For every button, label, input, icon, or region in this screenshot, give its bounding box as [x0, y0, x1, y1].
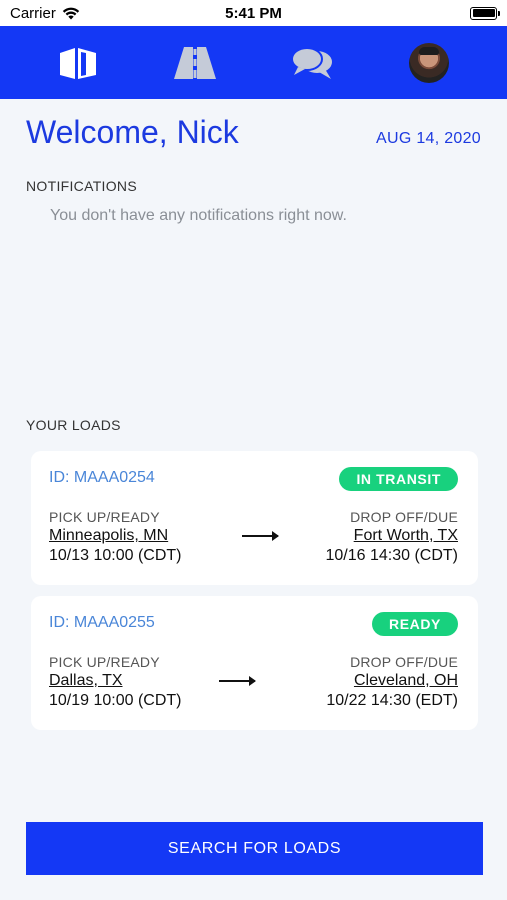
- search-for-loads-button[interactable]: SEARCH FOR LOADS: [26, 822, 483, 875]
- pickup-city-link[interactable]: Dallas, TX: [49, 672, 182, 690]
- nav-road-button[interactable]: [165, 33, 225, 93]
- nav-profile-button[interactable]: [399, 33, 459, 93]
- your-loads-label: YOUR LOADS: [26, 417, 121, 433]
- notifications-label: NOTIFICATIONS: [26, 178, 137, 194]
- dropoff-city-link[interactable]: Fort Worth, TX: [325, 527, 458, 545]
- dropoff-time: 10/16 14:30 (CDT): [325, 547, 458, 564]
- current-date: AUG 14, 2020: [376, 130, 481, 147]
- load-card[interactable]: ID: MAAA0255 READY PICK UP/READY Dallas,…: [31, 596, 478, 730]
- chat-icon: [290, 46, 332, 79]
- pickup-time: 10/19 10:00 (CDT): [49, 692, 182, 709]
- wifi-icon: [62, 7, 80, 19]
- pickup-time: 10/13 10:00 (CDT): [49, 547, 182, 564]
- nav-loads-button[interactable]: [48, 33, 108, 93]
- road-icon: [174, 46, 217, 79]
- pickup-info: PICK UP/READY Minneapolis, MN 10/13 10:0…: [49, 509, 182, 565]
- welcome-heading: Welcome, Nick: [26, 114, 239, 150]
- dropoff-label: DROP OFF/DUE: [350, 509, 458, 525]
- dropoff-city-link[interactable]: Cleveland, OH: [326, 672, 458, 690]
- dropoff-label: DROP OFF/DUE: [350, 654, 458, 670]
- avatar: [408, 42, 449, 83]
- top-navbar: [0, 26, 507, 99]
- pickup-label: PICK UP/READY: [49, 654, 160, 670]
- pickup-label: PICK UP/READY: [49, 509, 160, 525]
- dropoff-time: 10/22 14:30 (EDT): [326, 692, 458, 709]
- right-arrow-icon: [242, 531, 279, 541]
- notifications-empty-message: You don't have any notifications right n…: [50, 207, 347, 224]
- dropoff-info: DROP OFF/DUE Cleveland, OH 10/22 14:30 (…: [326, 654, 458, 710]
- dropoff-info: DROP OFF/DUE Fort Worth, TX 10/16 14:30 …: [325, 509, 458, 565]
- pickup-city-link[interactable]: Minneapolis, MN: [49, 527, 182, 545]
- load-id: ID: MAAA0254: [49, 469, 155, 486]
- right-arrow-icon: [219, 676, 256, 686]
- status-left: Carrier: [10, 5, 80, 22]
- box-icon: [60, 47, 97, 79]
- status-bar: Carrier 5:41 PM: [0, 0, 507, 26]
- pickup-info: PICK UP/READY Dallas, TX 10/19 10:00 (CD…: [49, 654, 182, 710]
- carrier-label: Carrier: [10, 4, 56, 22]
- load-id: ID: MAAA0255: [49, 614, 155, 631]
- load-card[interactable]: ID: MAAA0254 IN TRANSIT PICK UP/READY Mi…: [31, 451, 478, 585]
- nav-messages-button[interactable]: [282, 33, 342, 93]
- battery-icon: [470, 6, 500, 20]
- status-badge: READY: [371, 612, 458, 636]
- status-badge: IN TRANSIT: [339, 467, 458, 491]
